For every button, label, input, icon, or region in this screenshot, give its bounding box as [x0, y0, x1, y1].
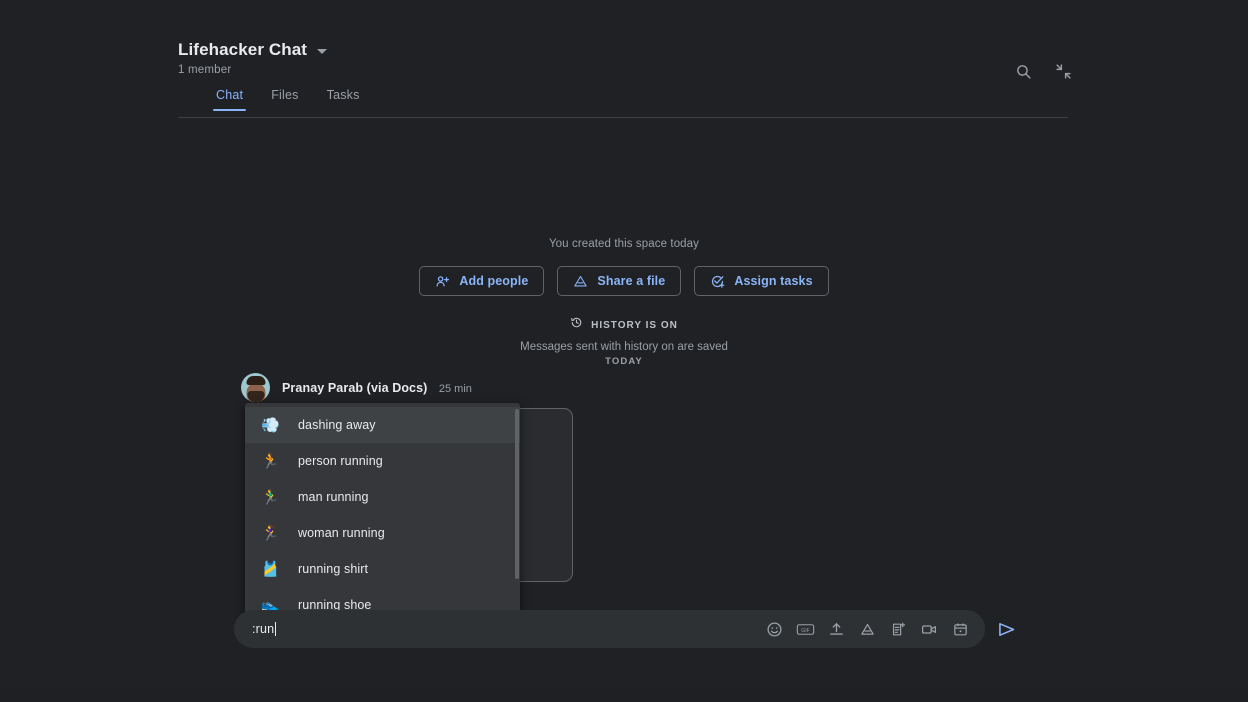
history-status-row: HISTORY IS ON [0, 316, 1248, 334]
history-status-label: HISTORY IS ON [591, 319, 678, 331]
svg-text:GIF: GIF [801, 627, 809, 633]
text-caret [275, 622, 277, 636]
send-button[interactable] [994, 617, 1018, 641]
space-title-row[interactable]: Lifehacker Chat [178, 40, 1068, 60]
dashing-away-icon: 💨 [261, 416, 280, 434]
day-divider: TODAY [0, 351, 1248, 369]
message-sender: Pranay Parab (via Docs) [282, 380, 428, 395]
header-divider [178, 117, 1068, 118]
emoji-icon[interactable] [763, 618, 785, 640]
history-clock-icon [570, 316, 583, 334]
add-people-button[interactable]: Add people [419, 266, 545, 296]
emoji-option-woman-running[interactable]: 🏃‍♀️ woman running [245, 515, 520, 551]
tab-chat[interactable]: Chat [212, 88, 247, 111]
woman-running-icon: 🏃‍♀️ [261, 524, 280, 542]
message-input[interactable]: :run [234, 622, 763, 636]
emoji-option-label: man running [298, 490, 369, 504]
day-label: TODAY [605, 356, 643, 367]
assign-tasks-button[interactable]: Assign tasks [694, 266, 829, 296]
search-icon[interactable] [1008, 56, 1038, 86]
drive-icon [573, 274, 588, 289]
share-file-label: Share a file [597, 274, 666, 288]
calendar-icon[interactable] [949, 618, 971, 640]
emoji-option-person-running[interactable]: 🏃 person running [245, 443, 520, 479]
create-task-icon[interactable] [887, 618, 909, 640]
message-timestamp: 25 min [438, 382, 472, 395]
emoji-option-label: woman running [298, 526, 385, 540]
intro-action-buttons: Add people Share a file Assign tasks [0, 266, 1248, 296]
space-created-text: You created this space today [548, 238, 700, 250]
add-people-label: Add people [459, 274, 529, 288]
composer-toolbar: GIF [763, 618, 985, 640]
message-composer: :run GIF [234, 610, 985, 648]
message-input-value: :run [252, 622, 275, 636]
header-actions [1008, 56, 1078, 86]
emoji-option-label: running shirt [298, 562, 369, 576]
emoji-option-man-running[interactable]: 🏃‍♂️ man running [245, 479, 520, 515]
person-running-icon: 🏃 [261, 452, 280, 470]
emoji-option-dashing-away[interactable]: 💨 dashing away [245, 407, 520, 443]
gif-icon[interactable]: GIF [794, 618, 816, 640]
emoji-autocomplete-popup: 💨 dashing away 🏃 person running 🏃‍♂️ man… [245, 403, 520, 623]
video-icon[interactable] [918, 618, 940, 640]
running-shirt-icon: 🎽 [261, 560, 280, 578]
space-header: Lifehacker Chat 1 member Chat Files Task… [178, 40, 1068, 111]
share-file-button[interactable]: Share a file [557, 266, 682, 296]
bottom-strip [0, 688, 1248, 702]
task-add-icon [710, 274, 725, 289]
collapse-icon[interactable] [1048, 56, 1078, 86]
chevron-down-icon[interactable] [317, 49, 328, 54]
emoji-option-running-shirt[interactable]: 🎽 running shirt [245, 551, 520, 587]
tab-bar: Chat Files Tasks [178, 88, 1068, 111]
man-running-icon: 🏃‍♂️ [261, 488, 280, 506]
drive-icon[interactable] [856, 618, 878, 640]
add-person-icon [435, 274, 450, 289]
emoji-popup-scrollbar[interactable] [515, 409, 519, 579]
space-intro: You created this space today Add people [0, 238, 1248, 353]
emoji-option-label: dashing away [298, 418, 376, 432]
upload-icon[interactable] [825, 618, 847, 640]
chat-app: Lifehacker Chat 1 member Chat Files Task… [0, 0, 1248, 702]
message-header: Pranay Parab (via Docs) 25 min [241, 373, 801, 402]
emoji-option-label: person running [298, 454, 383, 468]
member-count: 1 member [178, 64, 232, 76]
avatar[interactable] [241, 373, 270, 402]
assign-tasks-label: Assign tasks [734, 274, 813, 288]
tab-files[interactable]: Files [271, 88, 298, 111]
tab-tasks[interactable]: Tasks [327, 88, 360, 111]
page-title: Lifehacker Chat [178, 40, 308, 59]
